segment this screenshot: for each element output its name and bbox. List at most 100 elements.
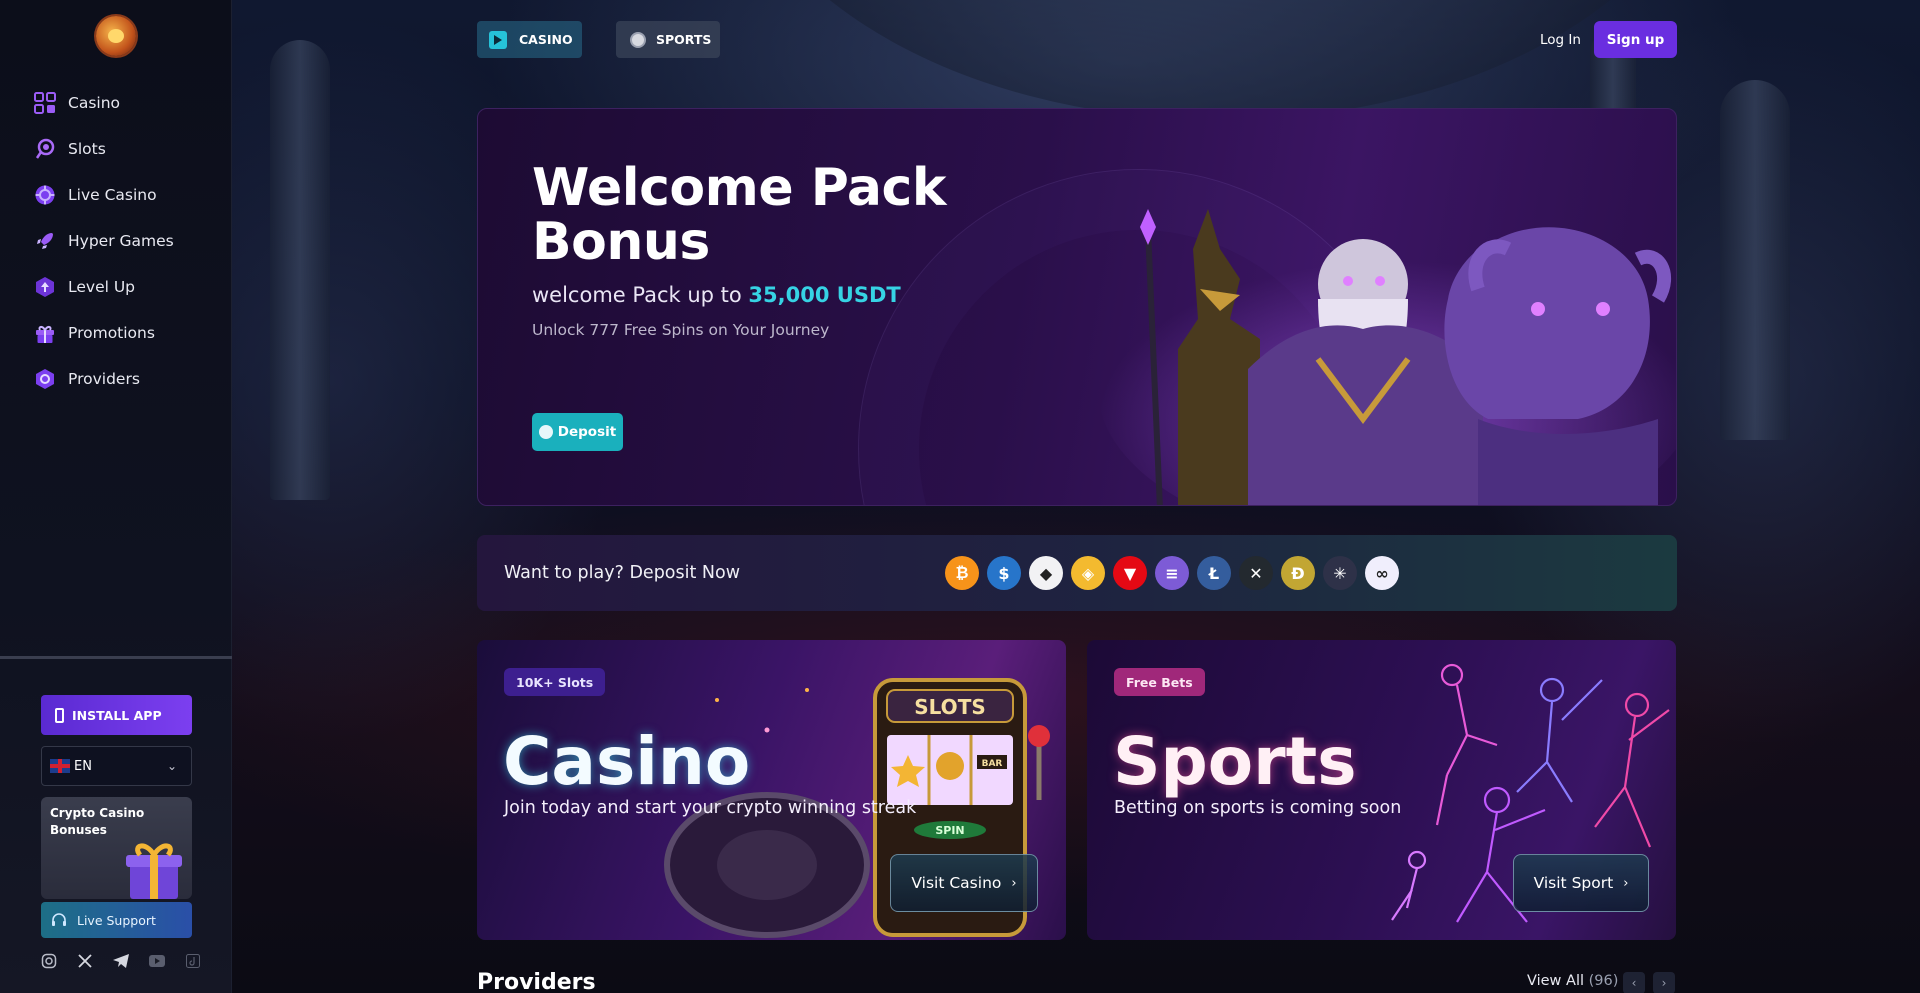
visit-casino-label: Visit Casino: [911, 874, 1002, 892]
language-value: EN: [74, 758, 92, 774]
telegram-icon[interactable]: [112, 952, 130, 970]
deposit-label: Deposit: [557, 424, 617, 440]
hero-subtitle-secondary: Unlock 777 Free Spins on Your Journey: [532, 321, 830, 339]
deposit-strip[interactable]: Want to play? Deposit Now ₿ $ ◆ ◈ ▼ ≡ Ł ✕ Ð ✳ ∞: [477, 535, 1677, 611]
chevron-right-icon: ›: [1623, 875, 1629, 891]
free-bets-badge: Free Bets: [1114, 668, 1205, 696]
sidebar-item-label: Casino: [68, 94, 121, 112]
chevron-down-icon: ⌄: [166, 759, 177, 773]
sidebar-item-label: Slots: [68, 140, 106, 158]
tab-sports[interactable]: SPORTS: [616, 21, 720, 58]
gift-box-icon: [126, 843, 182, 899]
crypto-coin-list: ₿ $ ◆ ◈ ▼ ≡ Ł ✕ Ð ✳ ∞: [945, 556, 1399, 590]
sidebar-item-hyper-games[interactable]: Hyper Games: [34, 218, 174, 264]
casino-promo-card[interactable]: SLOTS BAR SPIN 10K+ Slots Casino Join to…: [477, 640, 1066, 940]
slots-sign-text: SLOTS: [914, 695, 985, 719]
ball-icon: [630, 31, 646, 48]
providers-next-button[interactable]: ›: [1653, 972, 1675, 993]
sports-promo-card[interactable]: Free Bets Sports Betting on sports is co…: [1087, 640, 1676, 940]
sidebar-item-label: Live Casino: [68, 186, 157, 204]
deposit-button[interactable]: Deposit: [532, 413, 623, 451]
uk-flag-icon: [50, 759, 70, 773]
rocket-left: [270, 40, 330, 500]
view-all-label: View All: [1527, 973, 1584, 989]
tiktok-icon[interactable]: [184, 952, 202, 970]
casino-chip-icon: [34, 184, 56, 206]
phone-icon: [55, 707, 64, 723]
signup-button[interactable]: Sign up: [1594, 21, 1677, 58]
lollipop-icon: [34, 138, 56, 160]
sidebar-item-level-up[interactable]: Level Up: [34, 264, 174, 310]
casino-card-title: Casino: [503, 723, 751, 800]
deposit-strip-text: Want to play? Deposit Now: [504, 563, 741, 583]
sidebar-item-live-casino[interactable]: Live Casino: [34, 172, 174, 218]
hero-bonus-amount: 35,000 USDT: [748, 283, 901, 307]
bnb-icon[interactable]: ◈: [1071, 556, 1105, 590]
usdc-icon[interactable]: $: [987, 556, 1021, 590]
brand-logo[interactable]: [96, 16, 136, 56]
litecoin-icon[interactable]: Ł: [1197, 556, 1231, 590]
crypto-bonus-card[interactable]: Crypto Casino Bonuses: [41, 797, 192, 899]
hero-subtitle-prefix: welcome Pack up to: [532, 283, 749, 307]
sidebar-nav: Casino Slots Live Casino Hyper Games Lev…: [34, 80, 174, 402]
language-select[interactable]: EN ⌄: [41, 746, 192, 786]
bar-symbol-text: BAR: [982, 759, 1003, 769]
cosmos-icon[interactable]: ✳: [1323, 556, 1357, 590]
slots-count-badge: 10K+ Slots: [504, 668, 606, 696]
providers-heading: Providers: [477, 970, 596, 993]
chevron-right-icon: ›: [1011, 875, 1017, 891]
rocket-icon: [34, 230, 56, 252]
visit-sport-button[interactable]: Visit Sport ›: [1513, 854, 1649, 912]
rocket-right: [1720, 80, 1790, 440]
instagram-icon[interactable]: [40, 952, 58, 970]
sidebar-item-providers[interactable]: Providers: [34, 356, 174, 402]
sidebar-item-promotions[interactable]: Promotions: [34, 310, 174, 356]
sidebar-item-label: Providers: [68, 370, 140, 388]
x-icon[interactable]: [76, 952, 94, 970]
sidebar-item-label: Level Up: [68, 278, 136, 296]
planet-backdrop: [720, 0, 1720, 120]
coin-icon: [538, 425, 553, 439]
solana-icon[interactable]: ≡: [1155, 556, 1189, 590]
live-support-label: Live Support: [77, 912, 156, 928]
sidebar-item-casino[interactable]: Casino: [34, 80, 174, 126]
gift-icon: [34, 322, 56, 344]
tab-sports-label: SPORTS: [656, 32, 712, 47]
casino-play-icon: [489, 30, 507, 49]
spin-button-text: SPIN: [935, 824, 964, 837]
visit-casino-button[interactable]: Visit Casino ›: [890, 854, 1038, 912]
providers-count: (96): [1588, 973, 1619, 989]
sidebar: Casino Slots Live Casino Hyper Games Lev…: [0, 0, 232, 993]
level-up-icon: [34, 276, 56, 298]
youtube-icon[interactable]: [148, 952, 166, 970]
sidebar-item-label: Promotions: [68, 324, 155, 342]
casino-card-description: Join today and start your crypto winning…: [504, 798, 917, 818]
hero-characters-illustration: [1098, 209, 1676, 505]
tab-casino-label: CASINO: [519, 32, 573, 47]
xrp-icon[interactable]: ✕: [1239, 556, 1273, 590]
tron-icon[interactable]: ▼: [1113, 556, 1147, 590]
dogecoin-icon[interactable]: Ð: [1281, 556, 1315, 590]
social-links: [40, 952, 202, 970]
grid-icon: [34, 92, 56, 114]
sidebar-divider: [0, 656, 232, 659]
welcome-bonus-banner: Welcome Pack Bonus welcome Pack up to 35…: [477, 108, 1677, 506]
polygon-icon[interactable]: ∞: [1365, 556, 1399, 590]
tab-casino[interactable]: CASINO: [477, 21, 582, 58]
login-button[interactable]: Log In: [1530, 21, 1591, 58]
view-all-providers-link[interactable]: View All (96): [1527, 973, 1618, 989]
bonus-card-title: Crypto Casino Bonuses: [50, 806, 145, 837]
hero-subtitle: welcome Pack up to 35,000 USDT: [532, 283, 901, 307]
install-app-button[interactable]: INSTALL APP: [41, 695, 192, 735]
sports-card-description: Betting on sports is coming soon: [1114, 798, 1402, 818]
install-app-label: INSTALL APP: [72, 707, 162, 723]
live-support-button[interactable]: Live Support: [41, 902, 192, 938]
visit-sport-label: Visit Sport: [1533, 874, 1614, 892]
providers-prev-button[interactable]: ‹: [1623, 972, 1645, 993]
sidebar-item-label: Hyper Games: [68, 232, 174, 250]
headset-icon: [52, 913, 66, 926]
sidebar-item-slots[interactable]: Slots: [34, 126, 174, 172]
ethereum-icon[interactable]: ◆: [1029, 556, 1063, 590]
sports-card-title: Sports: [1113, 723, 1357, 800]
bitcoin-icon[interactable]: ₿: [945, 556, 979, 590]
